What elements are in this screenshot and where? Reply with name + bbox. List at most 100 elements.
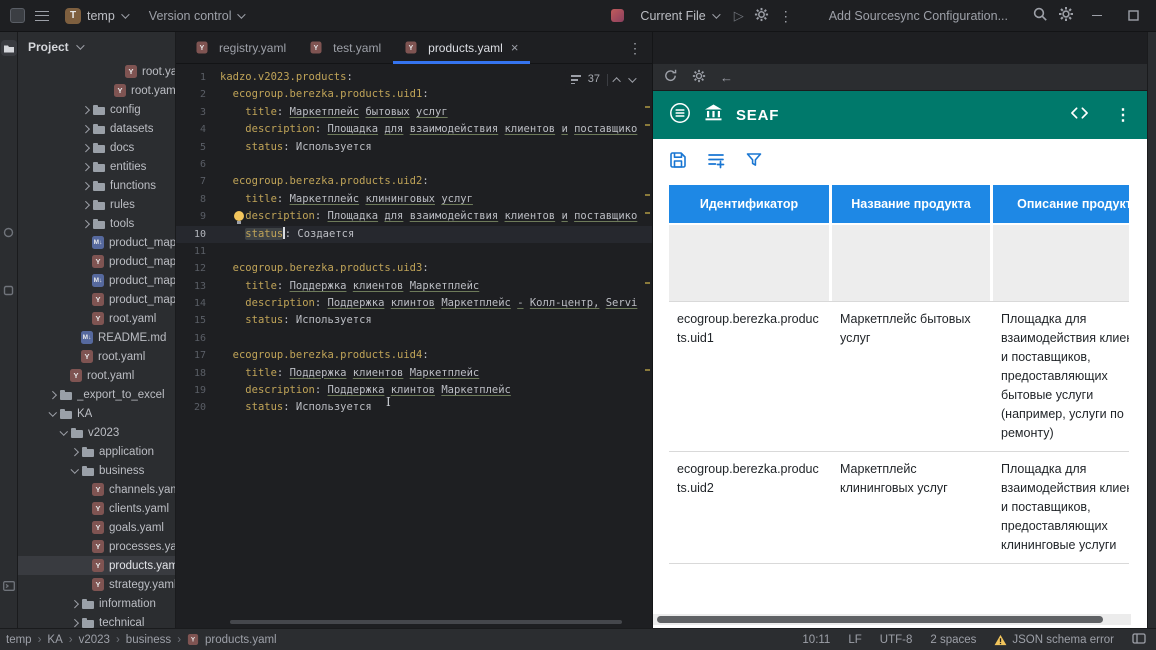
chevron-right-icon[interactable] <box>79 217 92 230</box>
tree-item-technical[interactable]: technical <box>18 613 175 628</box>
chevron-right-icon[interactable] <box>46 388 59 401</box>
editor-line-19[interactable]: 19 description: Поддержка клинтов Маркет… <box>176 382 652 399</box>
save-icon[interactable] <box>669 151 687 174</box>
tree-item-processes.yaml[interactable]: Yprocesses.yaml <box>18 537 175 556</box>
tree-item-clients.yaml[interactable]: Yclients.yaml <box>18 499 175 518</box>
editor-line-10[interactable]: 10 status: Создается <box>176 225 652 243</box>
tree-item-product_map_se[interactable]: M↓ product_map_se <box>18 271 175 290</box>
chevron-right-icon[interactable] <box>68 597 81 610</box>
breadcrumb-item[interactable]: v2023 <box>79 634 110 646</box>
editor-line-6[interactable]: 6 <box>176 156 652 173</box>
tree-item-business[interactable]: business <box>18 461 175 480</box>
tree-item-products.yaml[interactable]: Yproducts.yaml <box>18 556 175 575</box>
breadcrumb-item[interactable]: products.yaml <box>205 634 277 646</box>
devtools-gear-icon[interactable] <box>692 69 706 86</box>
inspections-widget[interactable]: 37 <box>564 69 640 91</box>
tree-item-product_map_se[interactable]: Yproduct_map_se <box>18 290 175 309</box>
close-tab-icon[interactable]: × <box>511 40 519 55</box>
editor-line-20[interactable]: 20 status: Используется <box>176 399 652 416</box>
tree-item-tools[interactable]: tools <box>18 214 175 233</box>
tree-item-strategy.yaml[interactable]: Ystrategy.yaml <box>18 575 175 594</box>
tree-item-rules[interactable]: rules <box>18 195 175 214</box>
tree-item-functions[interactable]: functions <box>18 176 175 195</box>
chevron-right-icon[interactable] <box>79 122 92 135</box>
editor-line-7[interactable]: 7 ecogroup.berezka.products.uid2: <box>176 173 652 190</box>
settings-gear-icon[interactable] <box>1058 6 1074 25</box>
editor-line-12[interactable]: 12 ecogroup.berezka.products.uid3: <box>176 260 652 277</box>
search-everywhere-icon[interactable] <box>1032 6 1048 25</box>
editor-line-4[interactable]: 4 description: Площадка для взаимодейств… <box>176 121 652 138</box>
editor-line-13[interactable]: 13 title: Поддержка клиентов Маркетплейс <box>176 278 652 295</box>
layout-panels-icon[interactable] <box>1132 632 1146 647</box>
chevron-right-icon[interactable] <box>68 616 81 628</box>
run-config-widget[interactable]: Current File <box>634 6 723 26</box>
editor-line-18[interactable]: 18 title: Поддержка клиентов Маркетплейс <box>176 365 652 382</box>
error-stripe[interactable] <box>645 64 650 628</box>
schema-warning[interactable]: JSON schema error <box>994 634 1114 646</box>
main-menu-icon[interactable] <box>35 10 49 21</box>
tab-test.yaml[interactable]: Ytest.yaml <box>298 32 393 63</box>
editor-horizontal-scrollbar[interactable] <box>230 620 622 624</box>
commit-tool-icon[interactable] <box>1 282 17 298</box>
chevron-right-icon[interactable] <box>79 160 92 173</box>
tree-item-channels.yaml[interactable]: Ychannels.yaml <box>18 480 175 499</box>
editor-line-9[interactable]: 9 description: Площадка для взаимодейств… <box>176 208 652 225</box>
chevron-right-icon[interactable] <box>79 141 92 154</box>
editor[interactable]: 1 kadzo.v2023.products: 2 ecogroup.berezka… <box>176 64 652 628</box>
tree-item-product_map_ka[interactable]: Yproduct_map_ka <box>18 252 175 271</box>
project-tool-icon[interactable] <box>0 40 17 56</box>
breadcrumb-item[interactable]: business <box>126 634 171 646</box>
tab-options-icon[interactable]: ⋮ <box>618 41 652 55</box>
next-problem-icon[interactable] <box>628 74 637 83</box>
line-separator[interactable]: LF <box>848 634 861 646</box>
editor-line-14[interactable]: 14 description: Поддержка клинтов Маркет… <box>176 295 652 312</box>
more-actions-icon[interactable]: ⋮ <box>779 9 793 23</box>
tree-item-root.yaml[interactable]: Yroot.yaml <box>18 81 175 100</box>
back-arrow-icon[interactable]: ← <box>720 70 733 85</box>
chevron-right-icon[interactable] <box>79 179 92 192</box>
chevron-right-icon[interactable] <box>79 198 92 211</box>
column-header[interactable]: Название продукта <box>832 185 990 223</box>
chevron-down-icon[interactable] <box>68 464 81 477</box>
tree-item-_export_to_excel[interactable]: _export_to_excel <box>18 385 175 404</box>
column-filter[interactable] <box>993 225 1129 301</box>
tree-item-root.yaml[interactable]: Yroot.yaml <box>18 309 175 328</box>
breadcrumb-item[interactable]: KA <box>47 634 62 646</box>
run-button[interactable]: ▷ <box>734 8 744 24</box>
terminal-tool-icon[interactable] <box>1 578 17 594</box>
tree-item-datasets[interactable]: datasets <box>18 119 175 138</box>
menu-circle-icon[interactable] <box>669 102 691 129</box>
project-panel-header[interactable]: Project <box>18 32 175 62</box>
column-header[interactable]: Идентификатор <box>669 185 829 223</box>
code-view-icon[interactable] <box>1070 105 1089 126</box>
tree-item-application[interactable]: application <box>18 442 175 461</box>
editor-line-3[interactable]: 3 title: Маркетплейс бытовых услуг <box>176 104 652 121</box>
tree-item-entities[interactable]: entities <box>18 157 175 176</box>
chevron-right-icon[interactable] <box>79 103 92 116</box>
editor-line-5[interactable]: 5 status: Используется <box>176 139 652 156</box>
breadcrumb-item[interactable]: temp <box>6 634 32 646</box>
filter-icon[interactable] <box>745 151 763 174</box>
tree-item-root.yaml[interactable]: Yroot.yaml <box>18 366 175 385</box>
chevron-down-icon[interactable] <box>57 426 70 439</box>
scrollbar-thumb[interactable] <box>657 616 1103 623</box>
editor-line-8[interactable]: 8 title: Маркетплейс клининговых услуг <box>176 191 652 208</box>
tree-item-root.yaml[interactable]: Yroot.yaml <box>18 347 175 366</box>
caret-position[interactable]: 10:11 <box>802 634 830 646</box>
tab-products.yaml[interactable]: Yproducts.yaml × <box>393 32 531 64</box>
chevron-down-icon[interactable] <box>46 407 59 420</box>
tree-item-root.yaml[interactable]: Yroot.yaml <box>18 62 175 81</box>
minimize-button[interactable] <box>1084 14 1110 17</box>
editor-line-16[interactable]: 16 <box>176 330 652 347</box>
preview-more-icon[interactable]: ⋮ <box>1115 105 1131 125</box>
project-widget[interactable]: T temp <box>59 5 133 27</box>
tree-item-docs[interactable]: docs <box>18 138 175 157</box>
tree-item-information[interactable]: information <box>18 594 175 613</box>
refresh-icon[interactable] <box>663 68 678 86</box>
chevron-right-icon[interactable] <box>68 445 81 458</box>
indent-style[interactable]: 2 spaces <box>930 634 976 646</box>
table-row[interactable]: ecogroup.berezka.products.uid1 Маркетплей… <box>669 302 1129 452</box>
editor-line-11[interactable]: 11 <box>176 243 652 260</box>
tab-registry.yaml[interactable]: Yregistry.yaml <box>184 32 298 63</box>
file-encoding[interactable]: UTF-8 <box>880 634 913 646</box>
